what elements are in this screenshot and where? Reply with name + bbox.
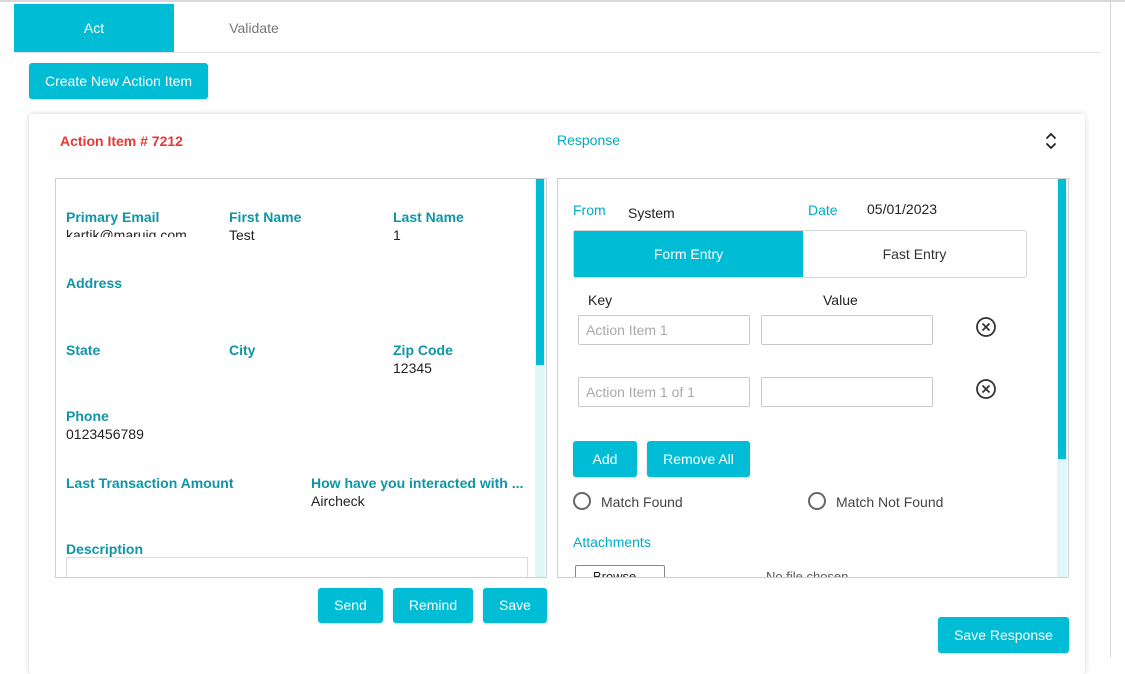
remove-row-1-icon[interactable] bbox=[975, 316, 997, 338]
first-name-value: Test bbox=[229, 227, 255, 243]
first-name-label: First Name bbox=[229, 209, 302, 225]
right-border bbox=[1110, 0, 1111, 658]
match-not-found-radio[interactable] bbox=[808, 492, 826, 510]
remove-all-button[interactable]: Remove All bbox=[647, 441, 750, 477]
primary-email-label: Primary Email bbox=[66, 209, 160, 225]
response-scrollbar[interactable] bbox=[1057, 179, 1067, 577]
primary-email-value: kartik@maruiq.com bbox=[66, 227, 187, 237]
state-label: State bbox=[66, 342, 101, 358]
interacted-label: How have you interacted with ... bbox=[311, 475, 524, 491]
response-title: Response bbox=[557, 132, 621, 148]
remind-button[interactable]: Remind bbox=[393, 588, 473, 623]
match-not-found-label: Match Not Found bbox=[836, 494, 944, 510]
value-input-2[interactable] bbox=[761, 377, 933, 407]
date-value: 05/01/2023 bbox=[867, 201, 938, 217]
value-input-1[interactable] bbox=[761, 315, 933, 345]
chevron-up-down-icon[interactable] bbox=[1045, 131, 1057, 151]
entry-mode-toggle: Form Entry Fast Entry bbox=[573, 230, 1027, 278]
tab-act[interactable]: Act bbox=[14, 4, 174, 52]
address-label: Address bbox=[66, 275, 123, 291]
send-button[interactable]: Send bbox=[318, 588, 383, 623]
from-label: From bbox=[573, 202, 606, 218]
city-label: City bbox=[229, 342, 256, 358]
tab-bar: Act Validate bbox=[14, 4, 1100, 53]
zip-code-value: 12345 bbox=[393, 360, 432, 376]
save-button[interactable]: Save bbox=[483, 588, 547, 623]
match-found-label: Match Found bbox=[601, 494, 683, 510]
create-new-action-item-button[interactable]: Create New Action Item bbox=[29, 63, 208, 99]
fast-entry-tab[interactable]: Fast Entry bbox=[803, 231, 1026, 277]
form-entry-tab[interactable]: Form Entry bbox=[574, 231, 803, 277]
phone-label: Phone bbox=[66, 408, 109, 424]
description-label: Description bbox=[66, 541, 144, 557]
phone-value: 0123456789 bbox=[66, 426, 144, 442]
last-name-value: 1 bbox=[393, 227, 401, 243]
browse-button[interactable]: Browse... bbox=[575, 565, 665, 577]
details-scrollbar-thumb[interactable] bbox=[536, 179, 544, 365]
tab-validate[interactable]: Validate bbox=[174, 4, 334, 52]
last-transaction-amount-label: Last Transaction Amount bbox=[66, 475, 234, 491]
add-button[interactable]: Add bbox=[573, 441, 637, 477]
value-header: Value bbox=[823, 292, 858, 308]
key-header: Key bbox=[588, 292, 613, 308]
action-item-title: Action Item # 7212 bbox=[60, 133, 183, 149]
response-panel: From System Date 05/01/2023 Form Entry F… bbox=[557, 178, 1069, 578]
details-scrollbar[interactable] bbox=[535, 179, 545, 577]
response-scrollbar-thumb[interactable] bbox=[1058, 179, 1066, 459]
date-label: Date bbox=[808, 202, 838, 218]
from-value: System bbox=[628, 205, 675, 221]
key-input-2[interactable] bbox=[578, 377, 750, 407]
description-textarea[interactable] bbox=[66, 557, 528, 577]
interacted-value: Aircheck bbox=[311, 493, 365, 509]
action-item-card: Action Item # 7212 Response Primary Emai… bbox=[29, 114, 1085, 674]
top-border bbox=[0, 0, 1125, 2]
remove-row-2-icon[interactable] bbox=[975, 378, 997, 400]
last-name-label: Last Name bbox=[393, 209, 464, 225]
attachments-label: Attachments bbox=[573, 534, 651, 550]
no-file-chosen-text: No file chosen bbox=[766, 569, 849, 578]
save-response-button[interactable]: Save Response bbox=[938, 617, 1069, 653]
details-panel: Primary Email kartik@maruiq.com First Na… bbox=[55, 178, 547, 578]
key-input-1[interactable] bbox=[578, 315, 750, 345]
zip-code-label: Zip Code bbox=[393, 342, 453, 358]
match-found-radio[interactable] bbox=[573, 492, 591, 510]
